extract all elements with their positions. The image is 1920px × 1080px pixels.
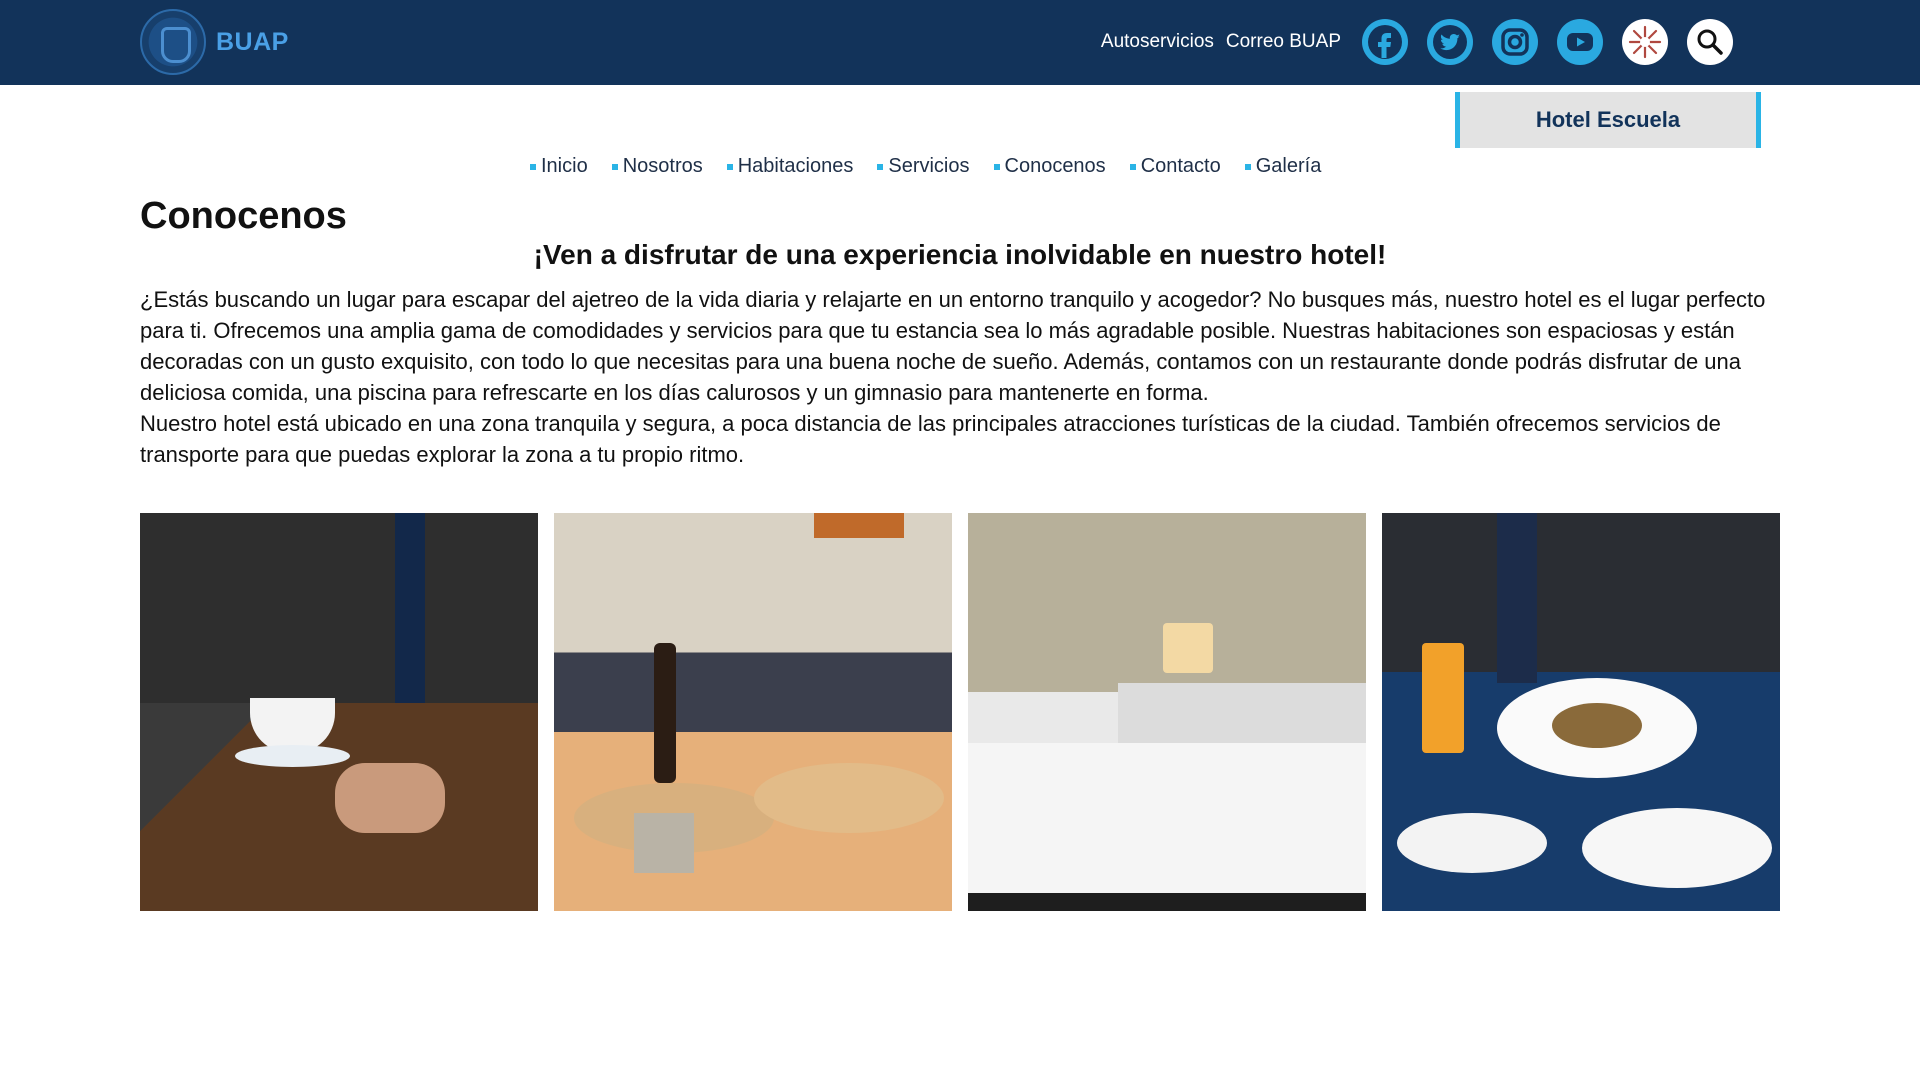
brand-name: BUAP bbox=[216, 27, 289, 56]
nav-label: Inicio bbox=[541, 155, 588, 177]
chef-plating-photo bbox=[554, 513, 952, 911]
nav-item-conocenos[interactable]: Conocenos bbox=[993, 155, 1106, 178]
nav-item-galeria[interactable]: Galería bbox=[1244, 155, 1322, 178]
nav-bullet bbox=[877, 163, 884, 170]
youtube-icon[interactable] bbox=[1557, 19, 1603, 65]
nav-label: Habitaciones bbox=[737, 155, 854, 177]
autoservicios-link[interactable]: Autoservicios bbox=[1101, 31, 1214, 53]
page-title: Conocenos bbox=[140, 195, 347, 237]
dining-table-photo bbox=[1382, 513, 1780, 911]
nav-bullet bbox=[1244, 163, 1251, 170]
twitter-icon[interactable] bbox=[1427, 19, 1473, 65]
flower-logo-icon[interactable] bbox=[1622, 19, 1668, 65]
main-nav: Inicio Nosotros Habitaciones Servicios C… bbox=[530, 155, 1321, 178]
coffee-businessman-photo bbox=[140, 513, 538, 911]
nav-bullet bbox=[993, 163, 1000, 170]
hotel-escuela-tab[interactable]: Hotel Escuela bbox=[1455, 92, 1761, 148]
correo-buap-link[interactable]: Correo BUAP bbox=[1226, 31, 1341, 53]
intro-paragraph-2: Nuestro hotel está ubicado en una zona t… bbox=[140, 411, 1721, 467]
nav-item-nosotros[interactable]: Nosotros bbox=[611, 155, 703, 178]
nav-bullet bbox=[530, 163, 536, 170]
nav-bullet bbox=[726, 163, 733, 170]
photo-gallery bbox=[140, 513, 1780, 911]
search-icon[interactable] bbox=[1687, 19, 1733, 65]
intro-paragraph-1: ¿Estás buscando un lugar para escapar de… bbox=[140, 287, 1766, 405]
nav-item-contacto[interactable]: Contacto bbox=[1129, 155, 1221, 178]
nav-bullet bbox=[611, 163, 618, 170]
nav-label: Nosotros bbox=[622, 155, 703, 177]
nav-bullet bbox=[1129, 163, 1136, 170]
top-header-bar: BUAP Autoservicios Correo BUAP bbox=[0, 0, 1920, 85]
nav-item-servicios[interactable]: Servicios bbox=[877, 155, 970, 178]
headline: ¡Ven a disfrutar de una experiencia inol… bbox=[533, 239, 1387, 270]
header-links: Autoservicios Correo BUAP bbox=[1101, 19, 1733, 65]
nav-label: Conocenos bbox=[1004, 155, 1106, 177]
hotel-bedroom-photo bbox=[968, 513, 1366, 911]
nav-label: Galería bbox=[1255, 155, 1322, 177]
nav-label: Contacto bbox=[1140, 155, 1221, 177]
buap-seal-icon bbox=[140, 9, 206, 75]
nav-label: Servicios bbox=[888, 155, 970, 177]
intro-text: ¿Estás buscando un lugar para escapar de… bbox=[140, 284, 1780, 470]
nav-item-inicio[interactable]: Inicio bbox=[530, 155, 588, 178]
facebook-icon[interactable] bbox=[1362, 19, 1408, 65]
buap-logo[interactable]: BUAP bbox=[140, 9, 289, 75]
instagram-icon[interactable] bbox=[1492, 19, 1538, 65]
nav-item-habitaciones[interactable]: Habitaciones bbox=[726, 155, 854, 178]
